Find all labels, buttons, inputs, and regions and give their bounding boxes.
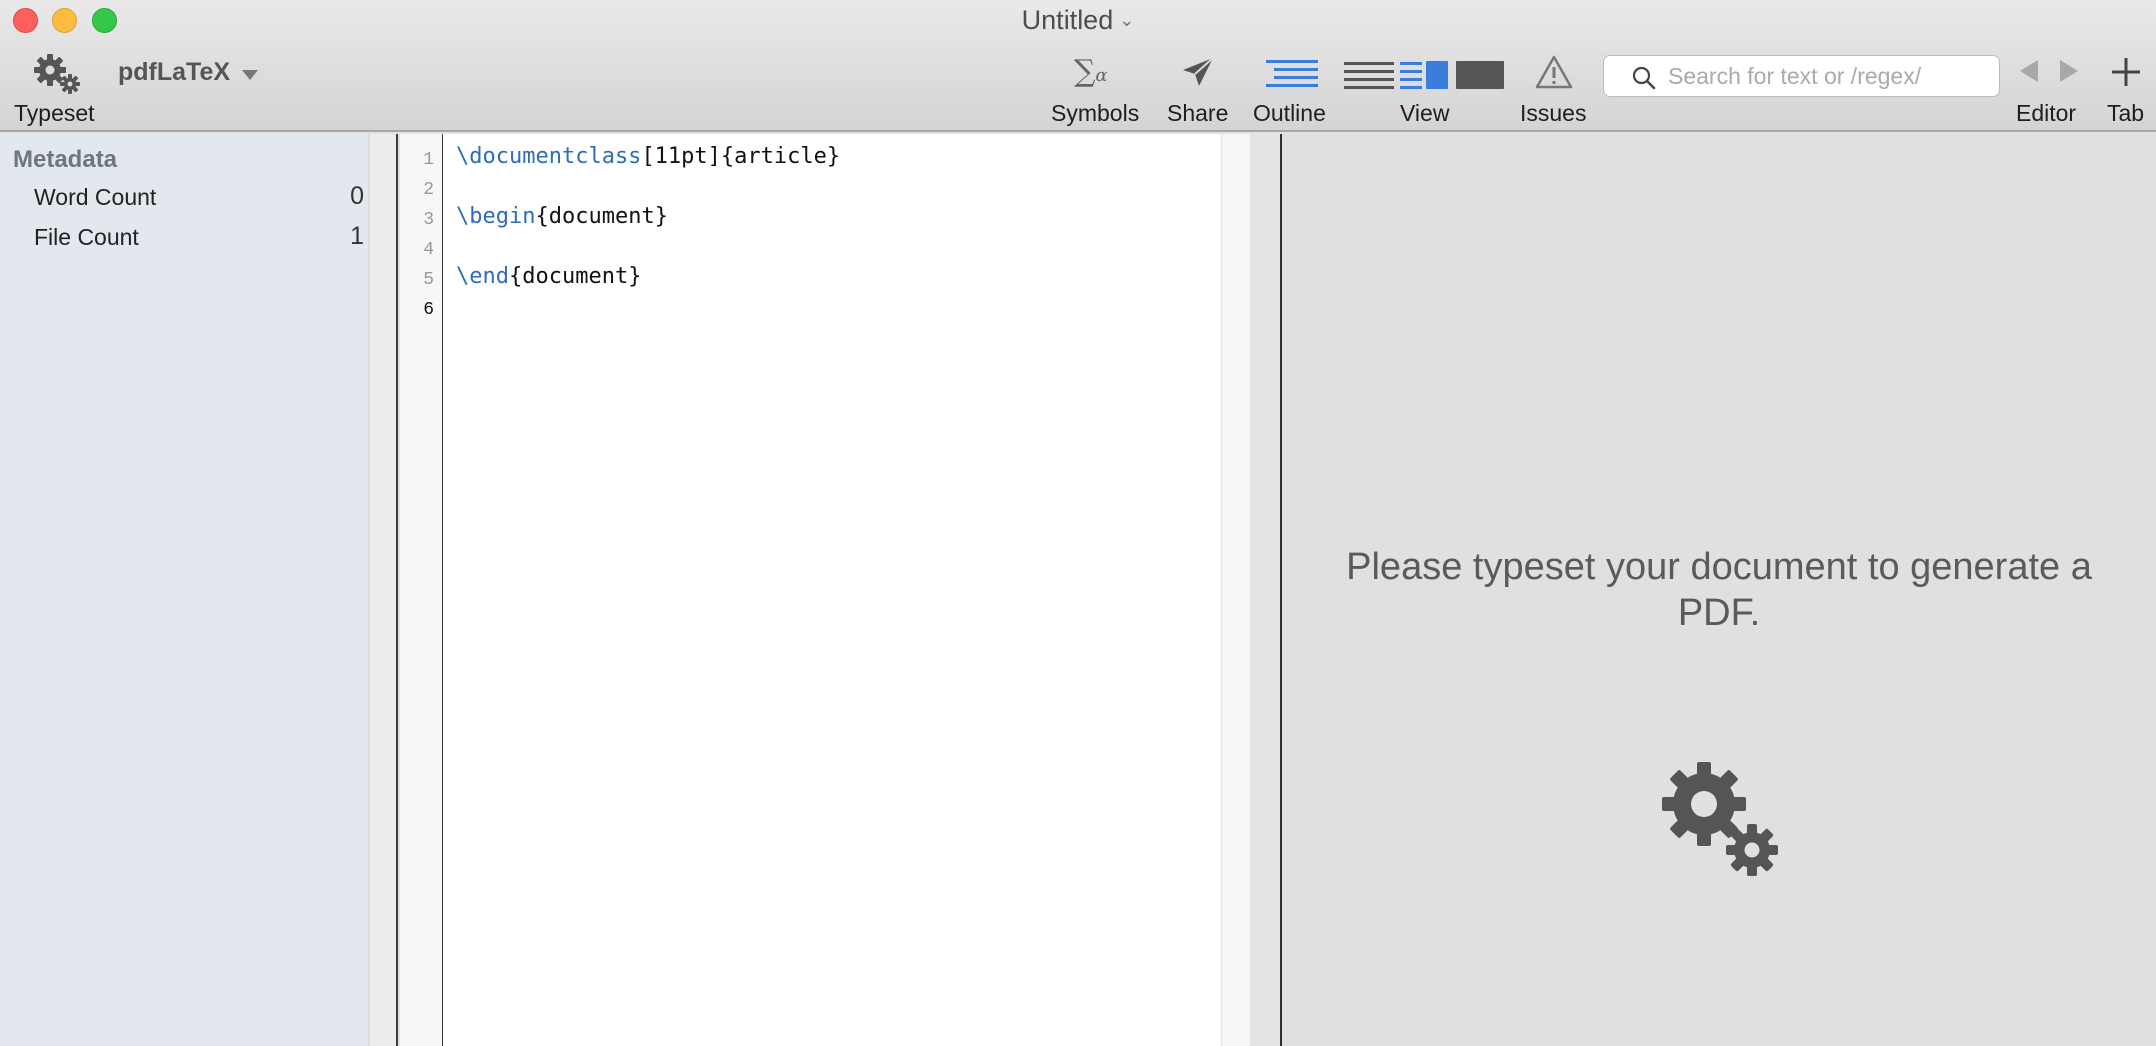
editor-only-view-icon[interactable]	[1344, 60, 1394, 90]
window-title[interactable]: Untitled ⌄	[0, 5, 2156, 36]
issues-label: Issues	[1520, 100, 1587, 126]
line-number: 1	[423, 150, 434, 170]
latex-command: \end	[456, 264, 509, 289]
line-number-gutter: 1 2 3 4 5 6	[400, 134, 443, 1046]
gears-icon	[1662, 762, 1778, 876]
issues-button[interactable]: Issues	[1516, 50, 1590, 130]
file-count-label: File Count	[34, 224, 139, 250]
chevron-down-icon: ⌄	[1119, 10, 1135, 30]
sum-alpha-icon: ∑α	[1074, 54, 1108, 89]
symbols-button[interactable]: ∑α Symbols	[1050, 50, 1142, 130]
latex-argument: {document}	[535, 204, 668, 229]
line-number: 2	[423, 180, 434, 200]
outline-label: Outline	[1253, 100, 1326, 126]
tab-label: Tab	[2107, 100, 2145, 126]
back-arrow-icon[interactable]	[2020, 60, 2038, 82]
word-count-label: Word Count	[34, 184, 157, 210]
latex-command: \documentclass	[456, 144, 642, 169]
file-count-value: 1	[350, 222, 364, 250]
current-line-number: 6	[423, 300, 434, 320]
source-editor[interactable]: 1 2 3 4 5 6 \documentclass[11pt]{article…	[400, 134, 1250, 1046]
latex-argument: [11pt]{article}	[641, 144, 841, 169]
share-button[interactable]: Share	[1165, 50, 1231, 130]
search-input[interactable]	[1668, 60, 1988, 92]
editor-navigation: Editor	[2010, 50, 2090, 130]
split-view-icon[interactable]	[1400, 60, 1450, 90]
file-count-row[interactable]: File Count 1	[0, 220, 369, 256]
outline-button[interactable]: Outline	[1252, 50, 1330, 130]
plus-icon	[2112, 58, 2140, 86]
warning-triangle-icon	[1535, 55, 1573, 89]
paper-plane-icon	[1183, 57, 1214, 86]
outline-list-icon	[1266, 60, 1318, 87]
line-number: 4	[423, 240, 434, 260]
forward-arrow-icon[interactable]	[2060, 60, 2078, 82]
search-field[interactable]	[1603, 55, 2000, 97]
typeset-label: Typeset	[14, 100, 95, 126]
engine-name: pdfLaTeX	[118, 58, 231, 86]
symbols-label: Symbols	[1051, 100, 1140, 126]
word-count-row[interactable]: Word Count 0	[0, 180, 369, 216]
window-title-text: Untitled	[1021, 5, 1114, 35]
preview-placeholder-message: Please typeset your document to generate…	[1346, 546, 2092, 634]
editor-scrollbar[interactable]	[1221, 134, 1250, 1046]
line-number: 3	[423, 210, 434, 230]
new-tab-button[interactable]: Tab	[2100, 50, 2152, 130]
preview-only-view-icon[interactable]	[1456, 60, 1504, 90]
code-line[interactable]: \begin{document}	[456, 204, 668, 229]
metadata-header[interactable]: Metadata	[13, 146, 117, 174]
code-line[interactable]: \end{document}	[456, 264, 641, 289]
typeset-button[interactable]: Typeset	[14, 48, 98, 128]
search-icon	[1632, 66, 1656, 90]
latex-argument: {document}	[508, 264, 642, 289]
editor-label: Editor	[2016, 100, 2077, 126]
latex-command: \begin	[456, 204, 536, 229]
pdf-preview-pane: Please typeset your document to generate…	[1282, 134, 2156, 1046]
dropdown-caret-icon	[242, 70, 258, 80]
share-label: Share	[1167, 100, 1229, 126]
gears-icon	[34, 54, 80, 94]
sidebar-splitter[interactable]	[370, 134, 398, 1046]
code-line[interactable]: \documentclass[11pt]{article}	[456, 144, 840, 169]
window-toolbar: Untitled ⌄ Typeset pdfLaTeX ∑α Symbols S…	[0, 0, 2156, 132]
view-label: View	[1400, 100, 1450, 126]
metadata-sidebar: Metadata Word Count 0 File Count 1	[0, 134, 369, 1046]
word-count-value: 0	[350, 182, 364, 210]
line-number: 5	[423, 270, 434, 290]
